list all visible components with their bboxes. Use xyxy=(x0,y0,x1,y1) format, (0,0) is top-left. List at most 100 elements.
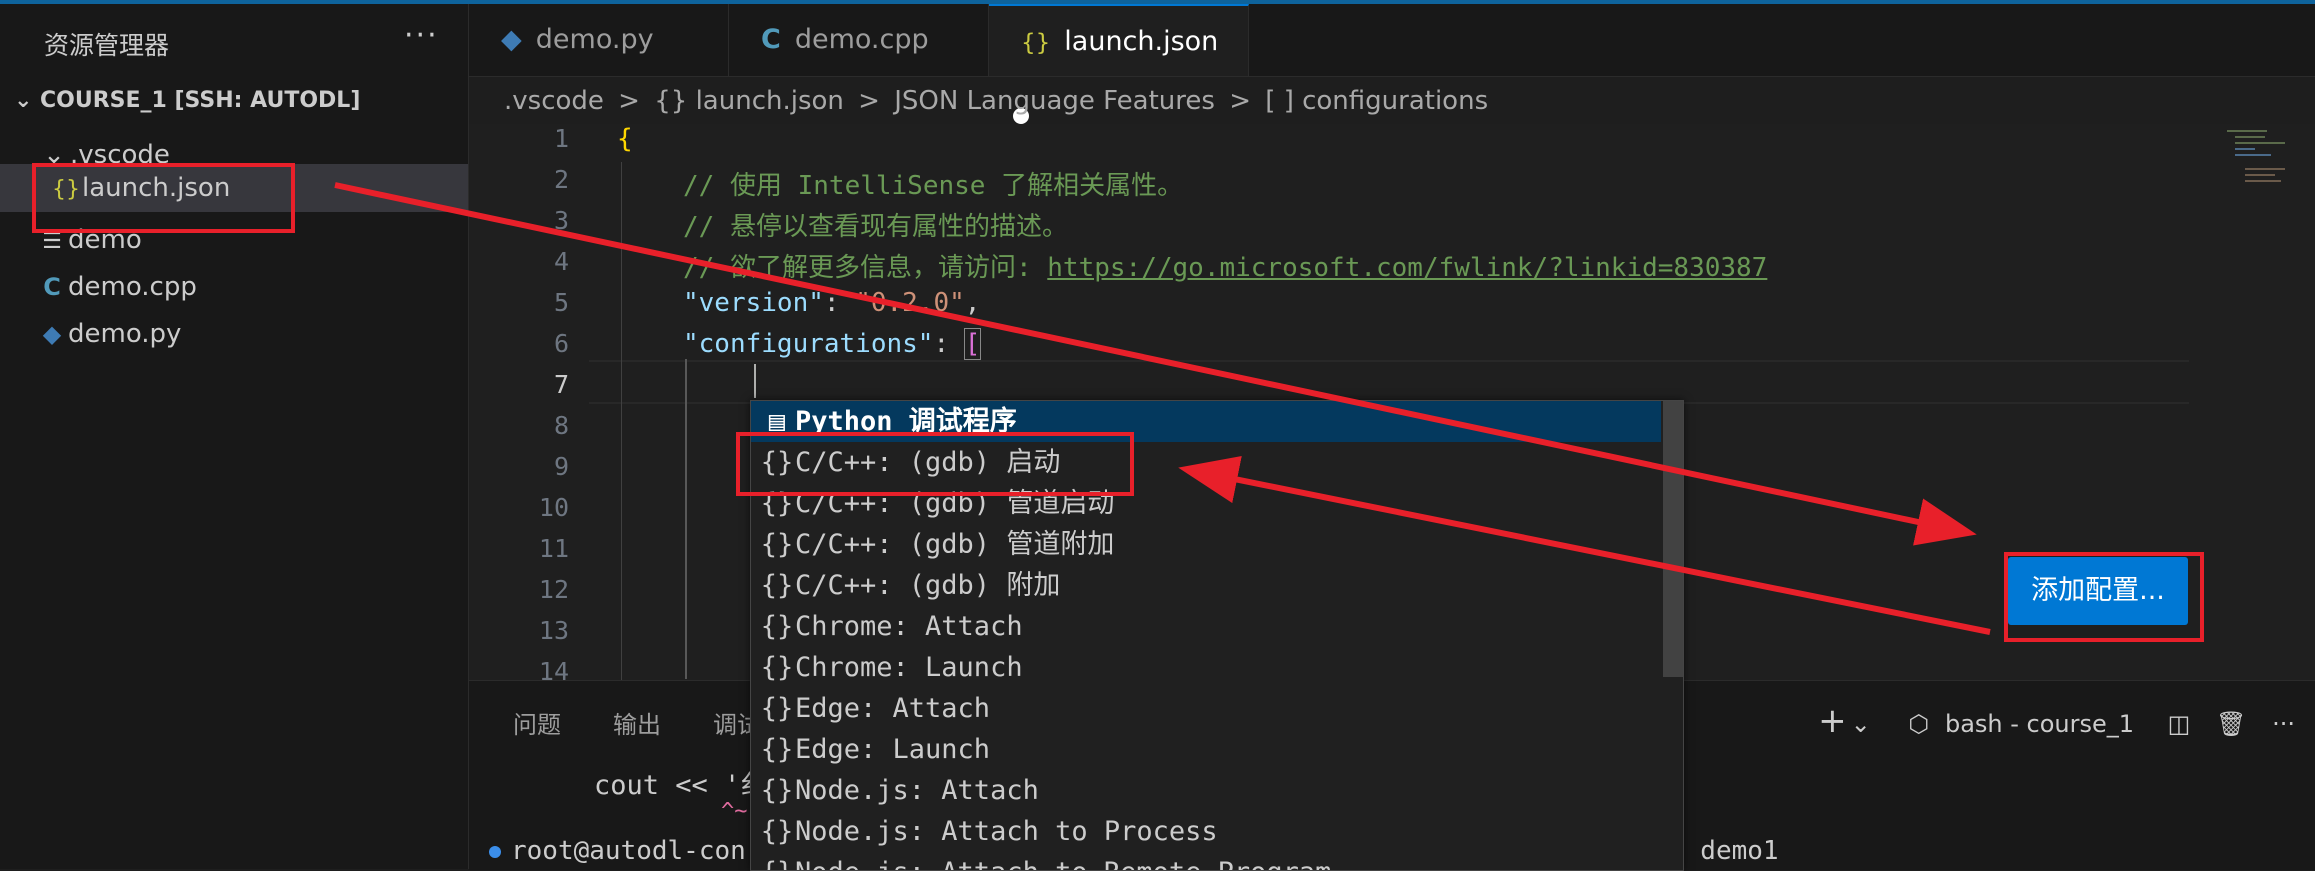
chevron-down-icon[interactable]: ⌄ xyxy=(1851,710,1871,738)
breadcrumb-item[interactable]: JSON Language Features xyxy=(894,86,1215,116)
braces-icon: {} xyxy=(760,570,794,601)
python-icon: ◆ xyxy=(42,320,62,348)
suggestion-item[interactable]: {}Chrome: Attach xyxy=(751,606,1661,647)
suggestion-label: Node.js: Attach xyxy=(795,775,1039,806)
workspace-root-label: COURSE_1 [SSH: AUTODL] xyxy=(40,88,361,113)
explorer-sidebar: 资源管理器 ··· ⌄ COURSE_1 [SSH: AUTODL] ⌄ .vsco… xyxy=(0,4,469,869)
tab-label: demo.cpp xyxy=(794,24,929,55)
json-bracket: [ xyxy=(963,328,982,360)
code-line-1: { xyxy=(617,124,633,154)
breadcrumb-separator: > xyxy=(1229,86,1252,116)
suggestion-label: C/C++: (gdb) 附加 xyxy=(795,570,1061,601)
tab-demo-cpp[interactable]: Cdemo.cpp xyxy=(729,4,989,76)
breadcrumb-item[interactable]: {} launch.json xyxy=(654,86,844,116)
json-comma: , xyxy=(964,288,981,318)
suggestion-label: Edge: Launch xyxy=(795,734,991,765)
prompt-dot-icon xyxy=(489,845,501,858)
json-colon: : xyxy=(933,329,965,359)
suggestion-item[interactable]: {}C/C++: (gdb) 管道附加 xyxy=(751,524,1661,565)
suggestion-item[interactable]: {}Node.js: Attach xyxy=(751,770,1661,811)
line-number: 7 xyxy=(553,370,569,399)
code-line-6: "configurations": [ xyxy=(683,328,982,360)
suggestion-label: Chrome: Launch xyxy=(795,652,1023,683)
terminal-prompt-text: root@autodl-con xyxy=(511,836,746,866)
line-number: 3 xyxy=(553,206,569,235)
annotation-box-launch-json xyxy=(32,163,295,233)
cpp-icon: C xyxy=(761,24,781,55)
panel-tab-output[interactable]: 输出 xyxy=(613,705,661,740)
json-colon: : xyxy=(823,288,856,318)
indent-guide xyxy=(621,162,622,680)
suggestion-item[interactable]: {}Chrome: Launch xyxy=(751,647,1661,688)
panel-tab-problems[interactable]: 问题 xyxy=(513,705,561,740)
breadcrumb-item[interactable]: [ ] configurations xyxy=(1265,86,1488,116)
code-line-2: // 使用 IntelliSense 了解相关属性。 xyxy=(683,171,1184,201)
braces-icon: {} xyxy=(760,611,794,642)
code-line-3: // 悬停以查看现有属性的描述。 xyxy=(683,212,1068,242)
breadcrumb-item[interactable]: .vscode xyxy=(504,86,604,116)
json-string: "0.2.0" xyxy=(855,288,965,318)
json-key: "configurations" xyxy=(683,329,934,359)
tree-item-demo-py[interactable]: ◆ demo.py xyxy=(0,311,468,357)
braces-icon: {} xyxy=(759,852,795,870)
suggestion-scrollbar[interactable] xyxy=(1663,401,1683,677)
json-braces-icon: {} xyxy=(1021,30,1051,56)
more-actions-icon[interactable]: ··· xyxy=(404,18,439,53)
suggestion-item[interactable]: {}Edge: Attach xyxy=(751,688,1661,729)
line-number: 5 xyxy=(553,288,569,317)
terminal-output-line: ^~ xyxy=(721,799,748,824)
braces-icon: {} xyxy=(760,816,794,847)
terminal-profile-icon: ⬡ xyxy=(1908,710,1930,738)
tab-label: demo.py xyxy=(535,24,654,55)
chevron-down-icon: ⌄ xyxy=(14,88,33,113)
line-number: 10 xyxy=(538,493,569,522)
line-number: 12 xyxy=(538,575,569,604)
tab-demo-py[interactable]: ◆ demo.py xyxy=(469,4,729,76)
annotation-box-gdb-launch xyxy=(736,432,1134,496)
line-number: 14 xyxy=(538,657,569,680)
code-line-4: // 欲了解更多信息，请访问: https://go.microsoft.com… xyxy=(683,247,1767,284)
suggestion-label: Edge: Attach xyxy=(795,693,991,724)
more-actions-icon[interactable]: ··· xyxy=(2272,710,2295,738)
braces-icon: {} xyxy=(760,529,794,560)
json-key: "version" xyxy=(683,288,824,318)
suggestion-label: Chrome: Attach xyxy=(795,611,1023,642)
terminal-output-line: cout << '纟 xyxy=(594,770,768,801)
text-cursor xyxy=(754,364,756,398)
trash-icon[interactable]: 🗑 xyxy=(2216,710,2246,738)
panel-actions: + ⌄ ⬡ bash - course_1 ◫ 🗑 ··· xyxy=(1800,701,2295,741)
breadcrumb: .vscode > {} launch.json > JSON Language… xyxy=(504,86,1494,116)
explorer-title: 资源管理器 xyxy=(44,31,170,60)
minimap[interactable] xyxy=(2225,124,2305,194)
code-comment: // 欲了解更多信息，请访问: xyxy=(683,253,1048,283)
tree-item-label: demo.py xyxy=(68,319,182,349)
line-number: 2 xyxy=(553,165,569,194)
annotation-box-add-config xyxy=(2004,552,2204,642)
tree-item-label: demo.cpp xyxy=(68,272,197,302)
line-number: 4 xyxy=(553,247,569,276)
line-number: 6 xyxy=(553,329,569,358)
workspace-root-folder[interactable]: ⌄ COURSE_1 [SSH: AUTODL] xyxy=(14,88,360,113)
tree-item-demo-cpp[interactable]: Cdemo.cpp xyxy=(0,264,468,310)
suggestion-item[interactable]: {}Node.js: Attach to Process xyxy=(751,811,1661,852)
docs-link[interactable]: https://go.microsoft.com/fwlink/?linkid=… xyxy=(1047,253,1767,283)
split-terminal-icon[interactable]: ◫ xyxy=(2168,710,2191,738)
terminal-prompt: root@autodl-con xyxy=(489,836,746,866)
braces-icon: {} xyxy=(760,775,794,806)
suggestion-item[interactable]: {}Node.js: Attach to Remote Program xyxy=(751,852,1661,870)
tab-launch-json[interactable]: {} launch.json xyxy=(989,4,1249,124)
indent-guide xyxy=(685,359,687,679)
terminal-name[interactable]: bash - course_1 xyxy=(1945,710,2134,738)
cpp-icon: C xyxy=(43,273,61,301)
braces-icon: {} xyxy=(760,734,794,765)
line-number: 1 xyxy=(553,124,569,153)
new-terminal-icon[interactable]: + xyxy=(1818,701,1847,741)
python-icon: ◆ xyxy=(501,24,522,55)
suggestion-item[interactable]: {}C/C++: (gdb) 附加 xyxy=(751,565,1661,606)
suggestion-item[interactable]: {}Edge: Launch xyxy=(751,729,1661,770)
line-number: 11 xyxy=(538,534,569,563)
editor-tab-bar: ◆ demo.py Cdemo.cpp {} launch.json xyxy=(469,4,2315,124)
terminal-output-line: o demo1 xyxy=(1669,836,1779,866)
line-number: 9 xyxy=(553,452,569,481)
code-line-5: "version": "0.2.0", xyxy=(683,288,980,318)
